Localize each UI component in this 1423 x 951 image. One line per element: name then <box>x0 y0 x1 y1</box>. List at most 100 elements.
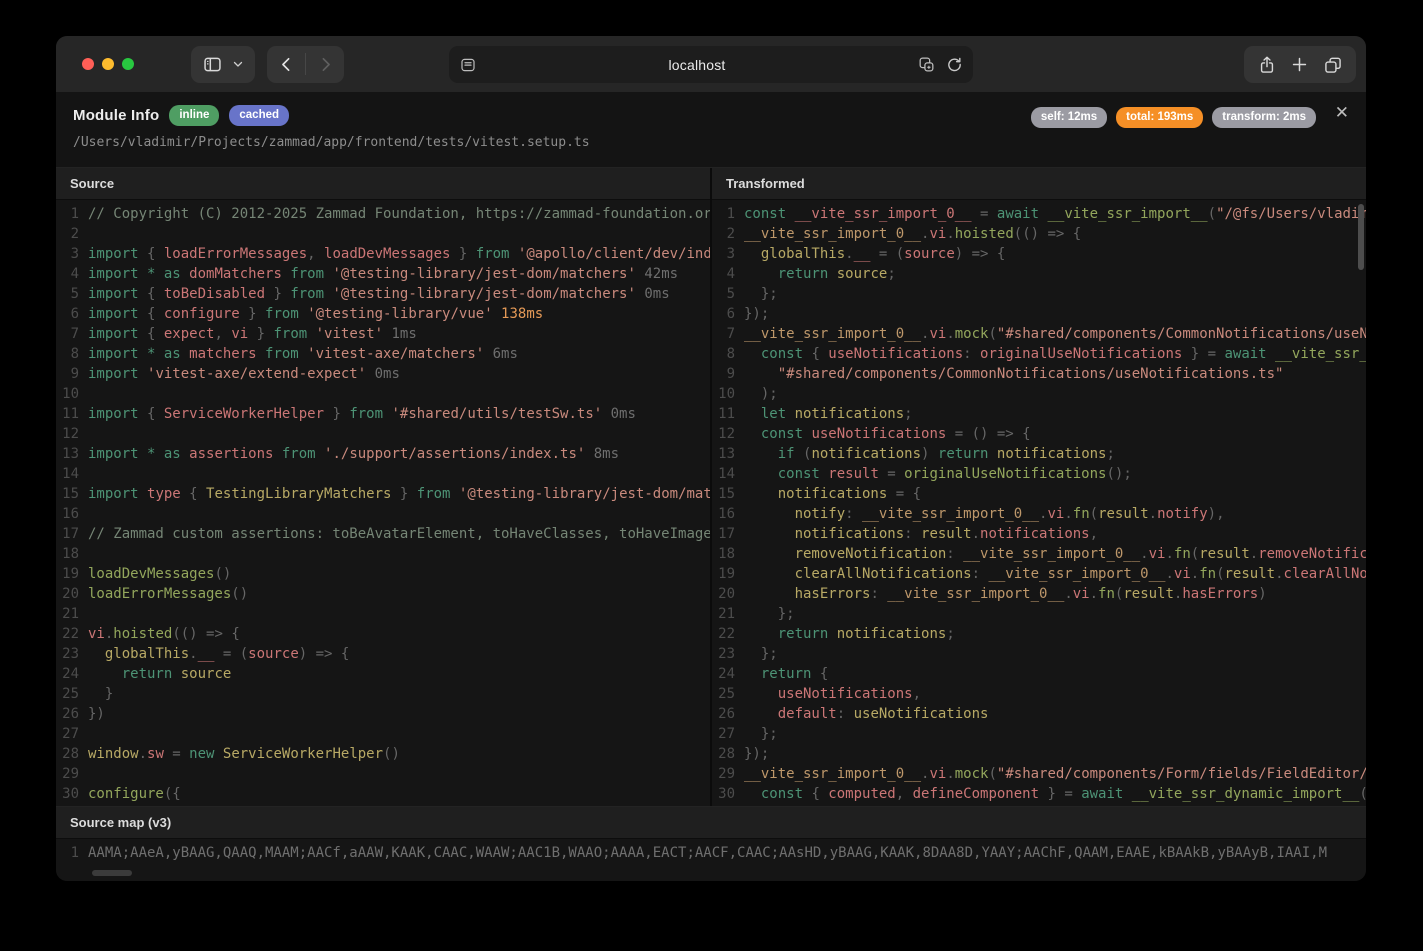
code-line: 10 <box>56 384 710 404</box>
source-code-area[interactable]: 1// Copyright (C) 2012-2025 Zammad Found… <box>56 200 710 806</box>
code-line: 5import { toBeDisabled } from '@testing-… <box>56 284 710 304</box>
code-line: 3 globalThis.__ = (source) => { <box>712 244 1366 264</box>
code-line: 26 default: useNotifications <box>712 704 1366 724</box>
code-line: 28}); <box>712 744 1366 764</box>
code-line: 11import { ServiceWorkerHelper } from '#… <box>56 404 710 424</box>
back-button[interactable] <box>267 46 305 83</box>
code-line: 2__vite_ssr_import_0__.vi.hoisted(() => … <box>712 224 1366 244</box>
close-window-button[interactable] <box>82 58 94 70</box>
code-line: 25 useNotifications, <box>712 684 1366 704</box>
code-line: 11 let notifications; <box>712 404 1366 424</box>
code-line: 24 return { <box>712 664 1366 684</box>
code-line: 8 const { useNotifications: originalUseN… <box>712 344 1366 364</box>
code-line: 1// Copyright (C) 2012-2025 Zammad Found… <box>56 204 710 224</box>
reader-icon[interactable] <box>459 56 477 74</box>
sourcemap-section: Source map (v3) 1 AAMA;AAeA,yBAAG,QAAQ,M… <box>56 806 1366 881</box>
code-line: 4 return source; <box>712 264 1366 284</box>
code-line: 12 <box>56 424 710 444</box>
code-line: 14 <box>56 464 710 484</box>
vertical-scrollbar[interactable] <box>1358 204 1364 270</box>
address-bar[interactable]: localhost <box>449 46 973 83</box>
code-line: 4import * as domMatchers from '@testing-… <box>56 264 710 284</box>
code-line: 1const __vite_ssr_import_0__ = await __v… <box>712 204 1366 224</box>
module-path: /Users/vladimir/Projects/zammad/app/fron… <box>73 135 1352 150</box>
code-line: 20 hasErrors: __vite_ssr_import_0__.vi.f… <box>712 584 1366 604</box>
horizontal-scrollbar[interactable] <box>92 870 132 876</box>
share-button[interactable] <box>1257 55 1277 75</box>
code-line: 7__vite_ssr_import_0__.vi.mock("#shared/… <box>712 324 1366 344</box>
code-line: 16 notify: __vite_ssr_import_0__.vi.fn(r… <box>712 504 1366 524</box>
code-line: 27 }; <box>712 724 1366 744</box>
code-line: 18 removeNotification: __vite_ssr_import… <box>712 544 1366 564</box>
code-line: 23 globalThis.__ = (source) => { <box>56 644 710 664</box>
sidebar-toggle-group[interactable] <box>191 46 255 83</box>
code-line: 27 <box>56 724 710 744</box>
inline-badge: inline <box>169 105 219 126</box>
code-line: 10 ); <box>712 384 1366 404</box>
code-line: 13 if (notifications) return notificatio… <box>712 444 1366 464</box>
url-text[interactable]: localhost <box>477 57 917 73</box>
browser-toolbar: localhost <box>56 36 1366 92</box>
zoom-window-button[interactable] <box>122 58 134 70</box>
code-line: 22vi.hoisted(() => { <box>56 624 710 644</box>
tab-overview-button[interactable] <box>1323 55 1343 75</box>
sourcemap-title: Source map (v3) <box>56 807 1366 839</box>
sidebar-icon[interactable] <box>202 54 223 75</box>
close-icon[interactable]: ✕ <box>1331 101 1353 126</box>
code-line: 29 <box>56 764 710 784</box>
code-line: 6import { configure } from '@testing-lib… <box>56 304 710 324</box>
code-line: 28window.sw = new ServiceWorkerHelper() <box>56 744 710 764</box>
code-line: 3import { loadErrorMessages, loadDevMess… <box>56 244 710 264</box>
code-panels: Source 1// Copyright (C) 2012-2025 Zamma… <box>56 167 1366 806</box>
code-line: 23 }; <box>712 644 1366 664</box>
sourcemap-line: 1 AAMA;AAeA,yBAAG,QAAQ,MAAM;AACf,aAAW,KA… <box>56 843 1366 863</box>
code-line: 2 <box>56 224 710 244</box>
reload-icon[interactable] <box>946 56 963 73</box>
code-line: 18 <box>56 544 710 564</box>
transformed-code-area[interactable]: 1const __vite_ssr_import_0__ = await __v… <box>712 200 1366 806</box>
code-line: 12 const useNotifications = () => { <box>712 424 1366 444</box>
traffic-lights <box>82 58 134 70</box>
transformed-panel: Transformed 1const __vite_ssr_import_0__… <box>712 168 1366 806</box>
code-line: 26}) <box>56 704 710 724</box>
code-line: 7import { expect, vi } from 'vitest' 1ms <box>56 324 710 344</box>
code-line: 15 notifications = { <box>712 484 1366 504</box>
code-line: 9 "#shared/components/CommonNotification… <box>712 364 1366 384</box>
page-menu-icon[interactable] <box>917 55 936 74</box>
chevron-down-icon[interactable] <box>232 58 244 70</box>
code-line: 21 }; <box>712 604 1366 624</box>
code-line: 16 <box>56 504 710 524</box>
code-line: 9import 'vitest-axe/extend-expect' 0ms <box>56 364 710 384</box>
code-line: 13import * as assertions from './support… <box>56 444 710 464</box>
code-line: 20loadErrorMessages() <box>56 584 710 604</box>
code-line: 17// Zammad custom assertions: toBeAvata… <box>56 524 710 544</box>
code-line: 25 } <box>56 684 710 704</box>
code-line: 19loadDevMessages() <box>56 564 710 584</box>
code-line: 8import * as matchers from 'vitest-axe/m… <box>56 344 710 364</box>
code-line: 30 const { computed, defineComponent } =… <box>712 784 1366 804</box>
total-time-badge: total: 193ms <box>1116 107 1203 128</box>
code-line: 24 return source <box>56 664 710 684</box>
minimize-window-button[interactable] <box>102 58 114 70</box>
timing-stats: self: 12ms total: 193ms transform: 2ms <box>1031 107 1316 128</box>
browser-window: localhost <box>56 36 1366 881</box>
code-line: 17 notifications: result.notifications, <box>712 524 1366 544</box>
source-panel-title: Source <box>56 168 710 200</box>
source-panel: Source 1// Copyright (C) 2012-2025 Zamma… <box>56 168 710 806</box>
sourcemap-line-number: 1 <box>56 843 88 863</box>
toolbar-right-group <box>1244 46 1356 83</box>
new-tab-button[interactable] <box>1290 55 1309 74</box>
code-line: 30configure({ <box>56 784 710 804</box>
transformed-panel-title: Transformed <box>712 168 1366 200</box>
self-time-badge: self: 12ms <box>1031 107 1107 128</box>
code-line: 15import type { TestingLibraryMatchers }… <box>56 484 710 504</box>
code-line: 21 <box>56 604 710 624</box>
forward-button[interactable] <box>306 46 344 83</box>
sourcemap-mappings: AAMA;AAeA,yBAAG,QAAQ,MAAM;AACf,aAAW,KAAK… <box>88 843 1366 863</box>
code-line: 22 return notifications; <box>712 624 1366 644</box>
page-title: Module Info <box>73 107 159 124</box>
code-line: 19 clearAllNotifications: __vite_ssr_imp… <box>712 564 1366 584</box>
screen: localhost <box>0 0 1423 951</box>
code-line: 29__vite_ssr_import_0__.vi.mock("#shared… <box>712 764 1366 784</box>
code-line: 5 }; <box>712 284 1366 304</box>
